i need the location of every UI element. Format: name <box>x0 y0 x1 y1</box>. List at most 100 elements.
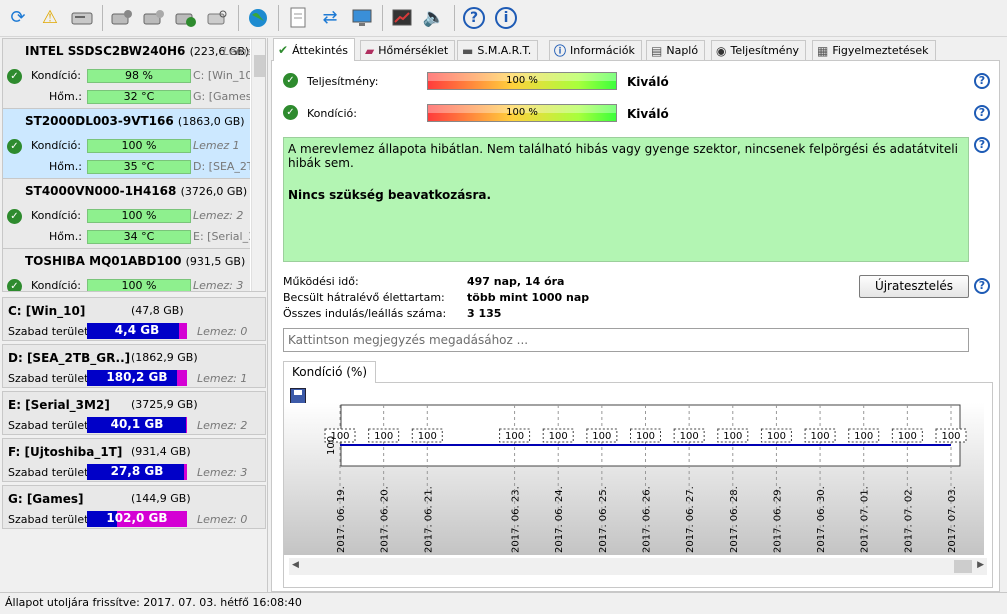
data-label: 100 <box>723 431 742 442</box>
data-label: 100 <box>636 431 655 442</box>
document-icon[interactable] <box>284 4 312 32</box>
partition-size: (144,9 GB) <box>131 492 191 505</box>
x-tick-label: 2017. 07. 01. <box>860 486 871 553</box>
used-fill <box>179 323 187 339</box>
partition-card[interactable]: F: [Ujtoshiba_1T] (931,4 GB) Szabad terü… <box>2 438 266 482</box>
kondicio-label: Kondíció: <box>31 209 81 222</box>
partition-name: E: [Serial_3M2] <box>8 398 110 412</box>
chart-panel: 2017. 06. 19. 2017. 06. 20. 2017. 06. 21. 2… <box>283 382 993 588</box>
tab-performance[interactable]: ◉ Teljesítmény <box>711 40 807 60</box>
partition-size: (47,8 GB) <box>131 304 184 317</box>
chart-window-icon[interactable] <box>388 4 416 32</box>
partition-card[interactable]: G: [Games] (144,9 GB) Szabad terület 102… <box>2 485 266 529</box>
help-icon[interactable]: ? <box>974 73 990 89</box>
drive-letter: E: [Serial_3M2] <box>193 230 250 243</box>
toolbar: ⟳ ⚠ ⇄ 🔈 ? i <box>0 0 1007 37</box>
help-icon[interactable]: ? <box>974 105 990 121</box>
thermometer-icon: ▰ <box>365 43 375 58</box>
x-tick-label: 2017. 06. 25. <box>598 486 609 553</box>
partition-size: (3725,9 GB) <box>131 398 198 411</box>
data-label: 100 <box>418 431 437 442</box>
help-icon[interactable]: ? <box>460 4 488 32</box>
disk-card[interactable]: ST4000VN000-1H4168 (3726,0 GB) ✓ Kondíci… <box>3 179 250 249</box>
partition-name: C: [Win_10] <box>8 304 86 318</box>
drive-search-icon[interactable] <box>204 4 232 32</box>
status-message-text: A merevlemez állapota hibátlan. Nem talá… <box>288 142 958 170</box>
temp-label: Hőm.: <box>49 160 82 173</box>
partition-card[interactable]: C: [Win_10] (47,8 GB) Szabad terület 4,4… <box>2 297 266 341</box>
lifetime-label: Becsült hátralévő élettartam: <box>283 291 445 304</box>
used-fill <box>186 417 187 433</box>
condition-bar: 100 % <box>427 104 617 122</box>
uptime-label: Működési idő: <box>283 275 359 288</box>
left-panel: INTEL SSDSC2BW240H6 (223,6 GB) Lemez 0 ✓… <box>0 38 268 592</box>
disk-card[interactable]: ST2000DL003-9VT166 (1863,0 GB) ✓ Kondíci… <box>3 109 250 179</box>
note-input[interactable]: Kattintson megjegyzés megadásához ... <box>283 328 969 352</box>
refresh-icon[interactable]: ⟳ <box>4 4 32 32</box>
free-space-label: Szabad terület <box>8 419 89 432</box>
drive-check-icon[interactable] <box>172 4 200 32</box>
drive-icon[interactable] <box>68 4 96 32</box>
info-icon[interactable]: i <box>492 4 520 32</box>
data-label: 100 <box>680 431 699 442</box>
sync-icon[interactable]: ⇄ <box>316 4 344 32</box>
disk-card[interactable]: TOSHIBA MQ01ABD100 (931,5 GB) ✓ Kondíció… <box>3 249 250 291</box>
disk-list: INTEL SSDSC2BW240H6 (223,6 GB) Lemez 0 ✓… <box>2 38 266 292</box>
disk-title: INTEL SSDSC2BW240H6 (223,6 GB) <box>25 44 250 58</box>
status-ok-icon: ✓ <box>283 73 298 88</box>
partition-size: (931,4 GB) <box>131 445 191 458</box>
monitor-icon[interactable] <box>348 4 376 32</box>
chart-scrollbar[interactable]: ◀ ▶ <box>289 558 987 575</box>
data-label: 100 <box>505 431 524 442</box>
status-ok-icon: ✓ <box>7 279 22 291</box>
status-text: Állapot utoljára frissítve: 2017. 07. 03… <box>5 596 302 609</box>
y-tick-label: 100 <box>326 436 337 455</box>
tab-log[interactable]: ▤ Napló <box>646 40 706 60</box>
disk-index: Lemez: 1 <box>197 372 248 385</box>
data-label: 100 <box>592 431 611 442</box>
tab-temperature[interactable]: ▰ Hőmérséklet <box>360 40 456 60</box>
speaker-icon[interactable]: 🔈 <box>420 4 448 32</box>
drive-tool-icon[interactable] <box>140 4 168 32</box>
used-fill <box>184 464 187 480</box>
overview-panel: ✓ Teljesítmény: 100 % Kiváló ? ✓ Kondíci… <box>271 60 1000 592</box>
disk-index: Lemez 1 <box>193 139 240 152</box>
condition-chart: 2017. 06. 19. 2017. 06. 20. 2017. 06. 21. 2… <box>284 403 984 555</box>
x-tick-label: 2017. 07. 03. <box>947 486 958 553</box>
free-space-bar: 180,2 GB <box>87 370 187 386</box>
status-message-action: Nincs szükség beavatkozásra. <box>288 188 492 202</box>
data-label: 100 <box>767 431 786 442</box>
partition-card[interactable]: E: [Serial_3M2] (3725,9 GB) Szabad terül… <box>2 391 266 435</box>
warning-icon[interactable]: ⚠ <box>36 4 64 32</box>
retest-button[interactable]: Újratesztelés <box>859 275 969 298</box>
disk-title: ST4000VN000-1H4168 (3726,0 GB) <box>25 184 248 198</box>
disk-list-scrollbar[interactable] <box>251 39 265 291</box>
free-space-label: Szabad terület <box>8 466 89 479</box>
tab-smart[interactable]: ▬ S.M.A.R.T. <box>457 40 539 60</box>
disk-index: Lemez 0 <box>223 45 250 58</box>
right-panel: ✔ Áttekintés ▰ Hőmérséklet ▬ S.M.A.R.T. ⓘ In… <box>271 38 1000 592</box>
performance-label: Teljesítmény: <box>307 75 379 88</box>
tab-warnings[interactable]: ▦ Figyelmeztetések <box>812 40 936 60</box>
data-label: 100 <box>854 431 873 442</box>
tab-overview[interactable]: ✔ Áttekintés <box>273 38 355 61</box>
status-message: A merevlemez állapota hibátlan. Nem talá… <box>283 137 969 262</box>
disk-index: Lemez: 3 <box>197 466 248 479</box>
partition-card[interactable]: D: [SEA_2TB_GR..] (1862,9 GB) Szabad ter… <box>2 344 266 388</box>
temp-bar: 34 °C <box>87 230 191 244</box>
globe-icon[interactable] <box>244 4 272 32</box>
tab-info[interactable]: ⓘ Információk <box>549 40 642 60</box>
condition-label: Kondíció: <box>307 107 357 120</box>
log-icon: ▤ <box>651 43 663 58</box>
free-space-bar: 102,0 GB <box>87 511 187 527</box>
partition-name: D: [SEA_2TB_GR..] <box>8 351 131 365</box>
tab-condition-chart[interactable]: Kondíció (%) <box>283 361 377 383</box>
drive-wrench-icon[interactable] <box>108 4 136 32</box>
free-space-label: Szabad terület <box>8 513 89 526</box>
performance-status: Kiváló <box>627 75 669 89</box>
status-ok-icon: ✓ <box>7 69 22 84</box>
help-icon[interactable]: ? <box>974 137 990 153</box>
free-space-label: Szabad terület <box>8 325 89 338</box>
disk-card[interactable]: INTEL SSDSC2BW240H6 (223,6 GB) Lemez 0 ✓… <box>3 39 250 109</box>
help-icon[interactable]: ? <box>974 278 990 294</box>
